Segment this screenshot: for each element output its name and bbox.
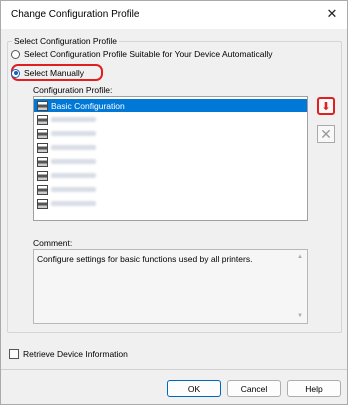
dialog-title: Change Configuration Profile [11,9,140,20]
list-item[interactable]: Basic Configuration [34,99,307,112]
list-item[interactable] [34,183,307,196]
scroll-up-icon[interactable]: ▲ [297,254,303,260]
delete-icon: ✕ [320,125,332,142]
list-item-label [51,173,96,178]
comment-text: Configure settings for basic functions u… [37,254,253,264]
profile-label: Configuration Profile: [33,85,113,95]
radio-manual-label: Select Manually [24,68,85,78]
import-icon: ⬇ [321,100,331,113]
list-item[interactable] [34,113,307,126]
list-item[interactable] [34,127,307,140]
list-item-label [51,187,96,192]
radio-auto-label: Select Configuration Profile Suitable fo… [24,49,273,59]
retrieve-label: Retrieve Device Information [23,349,128,359]
list-item-label [51,201,96,206]
retrieve-checkbox[interactable] [9,349,19,359]
close-icon[interactable]: ✕ [323,5,341,23]
list-item[interactable] [34,141,307,154]
radio-auto[interactable]: Select Configuration Profile Suitable fo… [11,49,273,59]
list-item[interactable] [34,155,307,168]
title-bar: Change Configuration Profile ✕ [1,1,347,29]
printer-icon [37,156,48,167]
list-item-label [51,145,96,150]
profile-list[interactable]: Basic Configuration [33,96,308,221]
printer-icon [37,184,48,195]
retrieve-device-info[interactable]: Retrieve Device Information [9,349,128,359]
change-config-profile-dialog: Change Configuration Profile ✕ Select Co… [0,0,348,405]
printer-icon [37,142,48,153]
list-item-label: Basic Configuration [51,100,125,111]
comment-box[interactable]: Configure settings for basic functions u… [33,249,308,324]
import-profile-button[interactable]: ⬇ [317,97,335,115]
radio-auto-button[interactable] [11,49,20,59]
list-item[interactable] [34,169,307,182]
scroll-down-icon[interactable]: ▼ [297,313,303,319]
list-item-label [51,117,96,122]
comment-label: Comment: [33,238,73,248]
printer-icon [37,198,48,209]
printer-icon [37,170,48,181]
delete-profile-button[interactable]: ✕ [317,125,335,143]
list-item-label [51,131,96,136]
group-label: Select Configuration Profile [12,36,120,46]
radio-manual-button[interactable] [11,68,20,78]
ok-button[interactable]: OK [167,380,221,397]
printer-icon [37,114,48,125]
printer-icon [37,128,48,139]
help-button[interactable]: Help [287,380,341,397]
list-item-label [51,159,96,164]
list-item[interactable] [34,197,307,210]
radio-manual[interactable]: Select Manually [11,68,84,78]
separator [1,369,347,370]
printer-icon [37,100,48,111]
cancel-button[interactable]: Cancel [227,380,281,397]
